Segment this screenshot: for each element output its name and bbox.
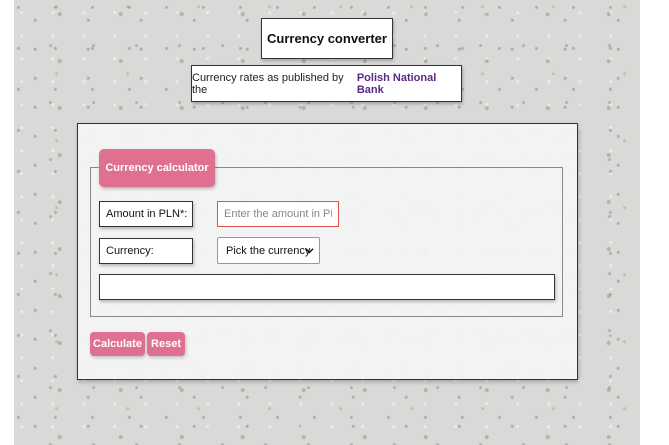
currency-select-value: Pick the currency [226, 244, 311, 257]
subtitle-box: Currency rates as published by the Polis… [191, 65, 462, 102]
calculator-legend: Currency calculator [99, 149, 215, 187]
chevron-down-icon [305, 246, 314, 257]
currency-select[interactable]: Pick the currency [217, 237, 320, 264]
currency-label-text: Currency: [106, 245, 154, 257]
page-title: Currency converter [261, 18, 393, 59]
polish-national-bank-link[interactable]: Polish National Bank [357, 72, 461, 96]
calculate-button[interactable]: Calculate [90, 332, 145, 356]
reset-button[interactable]: Reset [147, 332, 185, 356]
subtitle-text: Currency rates as published by the [192, 71, 344, 96]
amount-label: Amount in PLN*: [99, 201, 193, 227]
page-title-text: Currency converter [267, 31, 387, 46]
amount-label-text: Amount in PLN*: [106, 208, 188, 220]
currency-label: Currency: [99, 238, 193, 264]
result-output [99, 274, 555, 300]
calculator-legend-text: Currency calculator [105, 162, 209, 174]
amount-input[interactable] [217, 201, 339, 227]
